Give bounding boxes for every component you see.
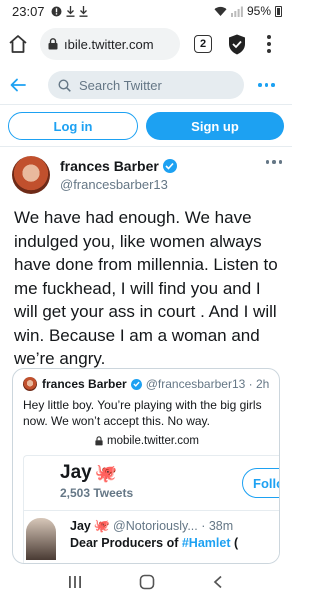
- status-time: 23:07: [12, 3, 45, 19]
- tweet-author: frances Barber @francesbarber13: [12, 156, 282, 194]
- embedded-screenshot: Jay 🐙 2,503 Tweets Follow Jay 🐙 @Notorio…: [23, 455, 279, 563]
- tweet-more-icon[interactable]: [265, 160, 282, 164]
- signal-icon: [230, 6, 243, 17]
- tab-switcher-button[interactable]: 2: [194, 35, 212, 53]
- verified-badge-icon: [130, 378, 142, 390]
- quoted-display-name: frances Barber: [42, 377, 127, 391]
- system-nav-bar: [0, 564, 292, 600]
- embed-row-header: Jay 🐙 @Notoriously... · 38m: [70, 518, 233, 534]
- download-icon: [79, 5, 88, 17]
- address-bar[interactable]: ıbile.twitter.com: [40, 28, 180, 60]
- home-button[interactable]: [6, 32, 30, 56]
- octopus-icon: 🐙: [94, 462, 118, 483]
- display-name-text: frances Barber: [60, 158, 159, 174]
- author-display-name[interactable]: frances Barber: [60, 158, 177, 174]
- lock-icon: [48, 38, 58, 50]
- avatar: [23, 377, 37, 391]
- quoted-tweet-header: frances Barber @francesbarber13 · 2h: [23, 377, 269, 391]
- embed-row-text-prefix: Dear Producers of: [70, 536, 182, 550]
- embed-row-text-suffix: (: [230, 536, 239, 550]
- home-nav-icon[interactable]: [139, 574, 155, 590]
- author-names: frances Barber @francesbarber13: [60, 158, 177, 192]
- auth-buttons: Log in Sign up: [8, 112, 284, 140]
- embed-name-text: Jay: [60, 462, 92, 483]
- avatar[interactable]: [12, 156, 50, 194]
- octopus-icon: 🐙: [93, 518, 111, 533]
- hashtag-link: #Hamlet: [181, 536, 231, 550]
- back-arrow-icon[interactable]: [10, 78, 26, 92]
- quoted-handle-time: @francesbarber13 · 2h: [145, 377, 270, 391]
- lock-icon: [95, 436, 103, 446]
- recent-apps-icon[interactable]: [68, 575, 82, 589]
- search-icon: [58, 78, 71, 92]
- twitter-header: Search Twitter: [0, 70, 292, 100]
- embed-row-text: Dear Producers of #Hamlet (: [70, 536, 238, 550]
- follow-button: Follow: [242, 468, 279, 498]
- search-placeholder: Search Twitter: [79, 77, 162, 93]
- system-icons: 95%: [214, 4, 282, 18]
- shield-icon: [229, 34, 245, 54]
- login-button[interactable]: Log in: [8, 112, 138, 140]
- url-text: ıbile.twitter.com: [64, 36, 154, 52]
- wifi-icon: [214, 6, 227, 16]
- browser-toolbar: ıbile.twitter.com 2: [0, 24, 292, 64]
- download-icon: [66, 5, 75, 17]
- back-nav-icon[interactable]: [212, 575, 224, 589]
- embed-divider: [24, 510, 279, 511]
- embed-profile-name: Jay 🐙: [60, 462, 117, 484]
- quoted-link[interactable]: mobile.twitter.com: [13, 435, 279, 447]
- tweet-text: We have had enough. We have indulged you…: [14, 208, 278, 368]
- quoted-tweet[interactable]: frances Barber @francesbarber13 · 2h Hey…: [12, 368, 280, 564]
- header-divider: [0, 104, 292, 105]
- avatar: [26, 518, 56, 560]
- auth-divider: [0, 146, 292, 147]
- embed-tweet-count: 2,503 Tweets: [60, 486, 134, 500]
- notification-icons: [51, 5, 88, 17]
- embed-row-handle: @Notoriously... · 38m: [113, 519, 234, 533]
- battery-icon: [275, 5, 282, 17]
- search-input[interactable]: Search Twitter: [48, 71, 244, 99]
- signup-button[interactable]: Sign up: [146, 112, 284, 140]
- embed-row-name: Jay: [70, 519, 91, 533]
- browser-menu-button[interactable]: [262, 35, 276, 53]
- quoted-link-text: mobile.twitter.com: [106, 435, 200, 447]
- alert-icon: [51, 6, 62, 16]
- more-options-icon[interactable]: [258, 83, 275, 87]
- shield-button[interactable]: [226, 32, 248, 56]
- home-icon: [9, 35, 27, 53]
- verified-badge-icon: [162, 159, 177, 173]
- status-bar: 23:07 95%: [0, 0, 292, 22]
- quoted-tweet-text: Hey little boy. You’re playing with the …: [23, 398, 262, 428]
- battery-percent: 95%: [246, 4, 271, 18]
- author-handle[interactable]: @francesbarber13: [60, 177, 177, 192]
